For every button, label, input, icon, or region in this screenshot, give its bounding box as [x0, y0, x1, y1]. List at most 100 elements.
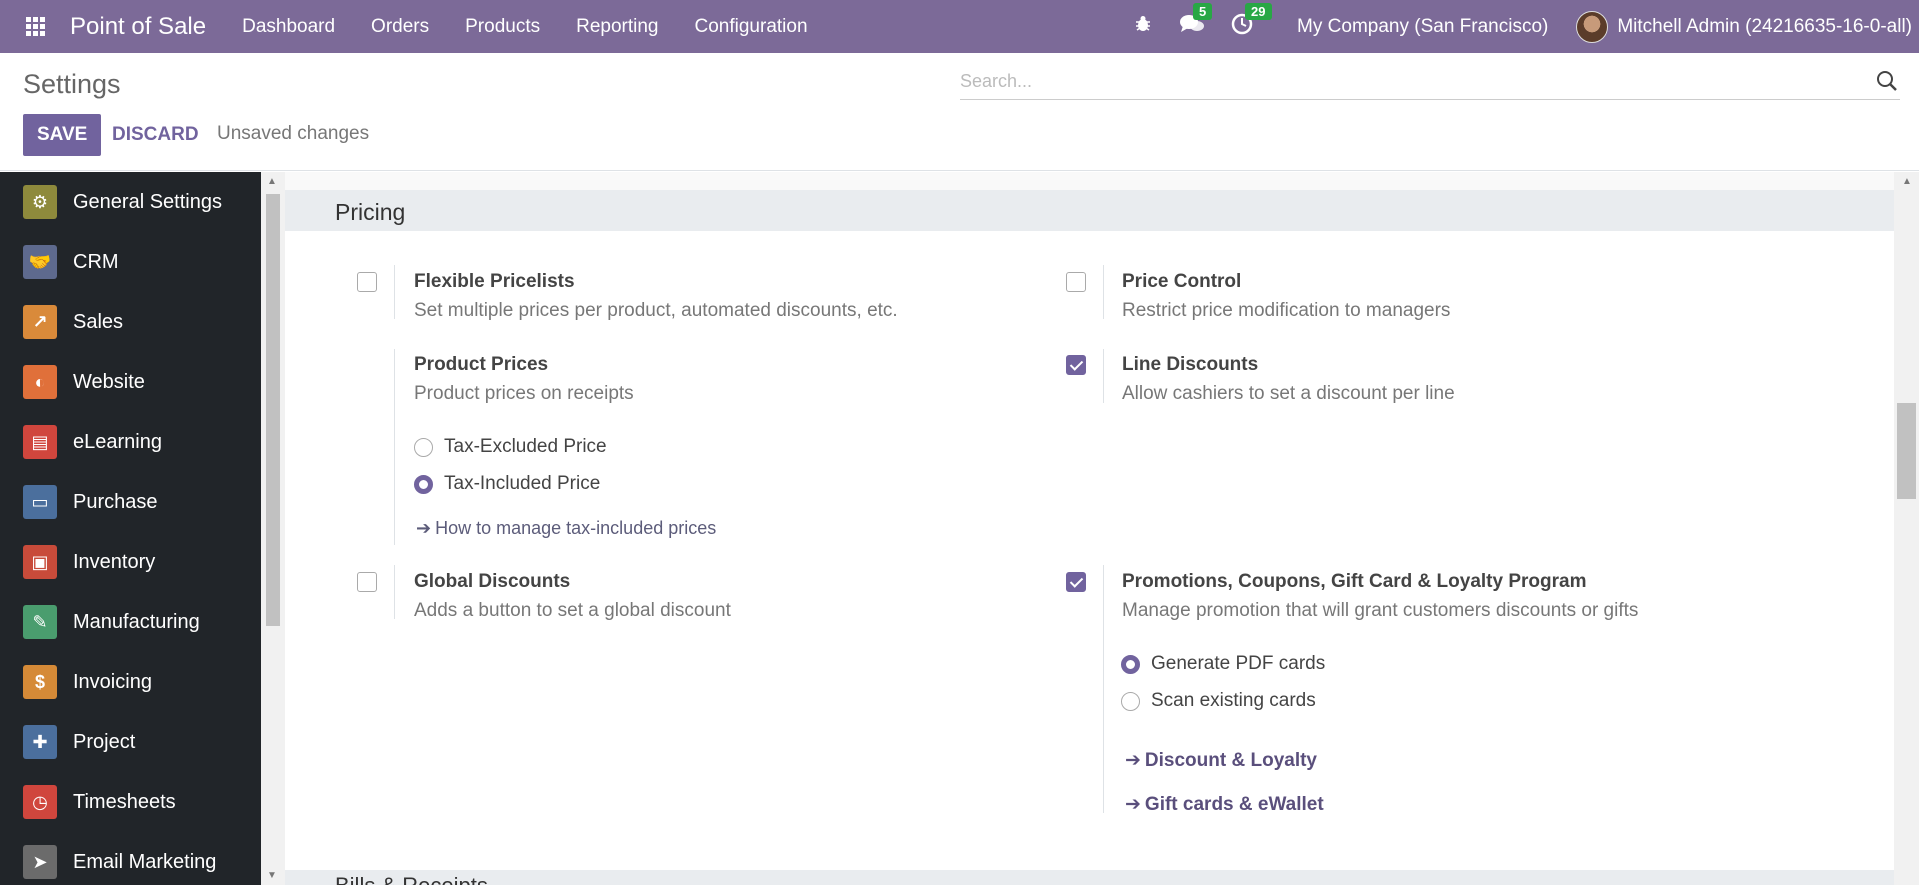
globe-icon: ◐ [23, 365, 57, 399]
sidebar-item-invoicing[interactable]: $ Invoicing [0, 652, 261, 712]
price-control-desc: Restrict price modification to managers [1122, 300, 1451, 321]
discount-loyalty-link[interactable]: ➔ Discount & Loyalty [1125, 749, 1317, 772]
sidebar-item-label: Manufacturing [73, 610, 200, 633]
debug-bug-icon[interactable] [1133, 14, 1153, 40]
divider [394, 349, 395, 545]
user-menu[interactable]: Mitchell Admin (24216635-16-0-all) [1617, 16, 1912, 38]
card-icon: ▭ [23, 485, 57, 519]
price-control-checkbox[interactable] [1066, 272, 1086, 292]
menu-orders[interactable]: Orders [371, 16, 429, 38]
tax-excluded-radio[interactable] [414, 437, 433, 457]
scroll-down-arrow-icon[interactable]: ▼ [267, 870, 277, 881]
unsaved-changes-label: Unsaved changes [217, 123, 370, 144]
divider [1103, 349, 1104, 403]
sidebar-item-label: Website [73, 370, 145, 393]
flexible-pricelists-desc: Set multiple prices per product, automat… [414, 300, 898, 321]
tax-included-option[interactable]: Tax-Included Price [414, 473, 600, 495]
menu-products[interactable]: Products [465, 16, 540, 38]
top-navbar: Point of Sale Dashboard Orders Products … [0, 0, 1919, 53]
tax-included-help-label: How to manage tax-included prices [435, 518, 717, 538]
bills-receipts-section-header [285, 870, 1894, 885]
scroll-up-arrow-icon[interactable]: ▲ [1902, 176, 1912, 187]
menu-reporting[interactable]: Reporting [576, 16, 658, 38]
sidebar-item-label: Email Marketing [73, 850, 217, 873]
arrow-right-icon: ➔ [1125, 750, 1141, 771]
flexible-pricelists-checkbox[interactable] [357, 272, 377, 292]
scan-cards-option[interactable]: Scan existing cards [1121, 690, 1316, 712]
discount-loyalty-label: Discount & Loyalty [1144, 749, 1317, 771]
wrench-icon: ✎ [23, 605, 57, 639]
sidebar-item-label: Purchase [73, 490, 158, 513]
paper-plane-icon: ➤ [23, 845, 57, 879]
stopwatch-icon: ◷ [23, 785, 57, 819]
sidebar-item-project[interactable]: ✚ Project [0, 712, 261, 772]
main-scrollbar[interactable]: ▲ [1894, 172, 1919, 885]
app-menu-icon[interactable] [0, 0, 70, 53]
discard-button[interactable]: DISCARD [112, 114, 199, 156]
arrow-right-icon: ➔ [1125, 794, 1141, 815]
invoice-icon: $ [23, 665, 57, 699]
promotions-desc: Manage promotion that will grant custome… [1122, 600, 1639, 621]
sidebar-item-website[interactable]: ◐ Website [0, 352, 261, 412]
sidebar-scroll-thumb[interactable] [266, 194, 280, 626]
tax-excluded-label: Tax-Excluded Price [444, 436, 607, 457]
puzzle-icon: ✚ [23, 725, 57, 759]
menu-configuration[interactable]: Configuration [695, 16, 808, 38]
global-discounts-checkbox[interactable] [357, 572, 377, 592]
search-icon[interactable] [1876, 70, 1898, 92]
save-button[interactable]: SAVE [23, 114, 102, 156]
box-icon: ▣ [23, 545, 57, 579]
promotions-checkbox[interactable] [1066, 572, 1086, 592]
pricing-section-header [285, 190, 1894, 231]
app-brand[interactable]: Point of Sale [70, 13, 206, 41]
next-section-title: Bills & Receipts [335, 873, 488, 885]
sidebar-scrollbar[interactable]: ▲ ▼ [261, 172, 285, 885]
gear-icon: ⚙ [23, 185, 57, 219]
sidebar-item-label: Invoicing [73, 670, 152, 693]
tax-included-radio[interactable] [414, 474, 433, 494]
main-scroll-thumb[interactable] [1897, 403, 1916, 499]
sidebar-item-timesheets[interactable]: ◷ Timesheets [0, 772, 261, 832]
tax-excluded-option[interactable]: Tax-Excluded Price [414, 436, 607, 458]
product-prices-desc: Product prices on receipts [414, 383, 634, 404]
activities-clock-icon[interactable]: 29 [1231, 2, 1272, 41]
sidebar-item-label: eLearning [73, 430, 162, 453]
gift-cards-link[interactable]: ➔ Gift cards & eWallet [1125, 793, 1324, 816]
scroll-up-arrow-icon[interactable]: ▲ [267, 176, 277, 187]
user-avatar[interactable] [1576, 10, 1609, 43]
sidebar-item-general-settings[interactable]: ⚙ General Settings [0, 172, 261, 232]
menu-dashboard[interactable]: Dashboard [242, 16, 335, 38]
sidebar-item-label: General Settings [73, 190, 222, 213]
sidebar-item-purchase[interactable]: ▭ Purchase [0, 472, 261, 532]
divider [1103, 565, 1104, 813]
arrow-right-icon: ➔ [416, 518, 432, 538]
scan-cards-radio[interactable] [1121, 691, 1140, 711]
generate-pdf-label: Generate PDF cards [1151, 653, 1326, 674]
generate-pdf-radio[interactable] [1121, 654, 1140, 674]
sidebar-item-manufacturing[interactable]: ✎ Manufacturing [0, 592, 261, 652]
global-discounts-title: Global Discounts [414, 571, 571, 592]
sidebar-item-inventory[interactable]: ▣ Inventory [0, 532, 261, 592]
sidebar-item-label: Project [73, 730, 136, 753]
line-discounts-checkbox[interactable] [1066, 355, 1086, 375]
search-input[interactable] [960, 66, 1840, 96]
sidebar-item-sales[interactable]: ↗ Sales [0, 292, 261, 352]
elearning-icon: ▤ [23, 425, 57, 459]
company-switcher[interactable]: My Company (San Francisco) [1297, 16, 1548, 38]
sidebar-item-email-marketing[interactable]: ➤ Email Marketing [0, 832, 261, 885]
sidebar-item-crm[interactable]: 🤝 CRM [0, 232, 261, 292]
sidebar-item-label: Inventory [73, 550, 156, 573]
tax-included-help-link[interactable]: ➔ How to manage tax-included prices [416, 518, 716, 539]
settings-content: Pricing Flexible Pricelists Set multiple… [285, 172, 1894, 885]
activities-count-badge: 29 [1245, 2, 1272, 20]
sidebar-item-label: Timesheets [73, 790, 176, 813]
sidebar-item-elearning[interactable]: ▤ eLearning [0, 412, 261, 472]
generate-pdf-option[interactable]: Generate PDF cards [1121, 653, 1325, 675]
control-panel: Settings SAVE DISCARD Unsaved changes [0, 53, 1919, 171]
messages-icon[interactable]: 5 [1179, 2, 1213, 41]
sidebar-item-label: CRM [73, 250, 119, 273]
messages-count-badge: 5 [1193, 2, 1213, 20]
handshake-icon: 🤝 [23, 245, 57, 279]
tax-included-label: Tax-Included Price [444, 473, 601, 494]
divider [394, 265, 395, 319]
